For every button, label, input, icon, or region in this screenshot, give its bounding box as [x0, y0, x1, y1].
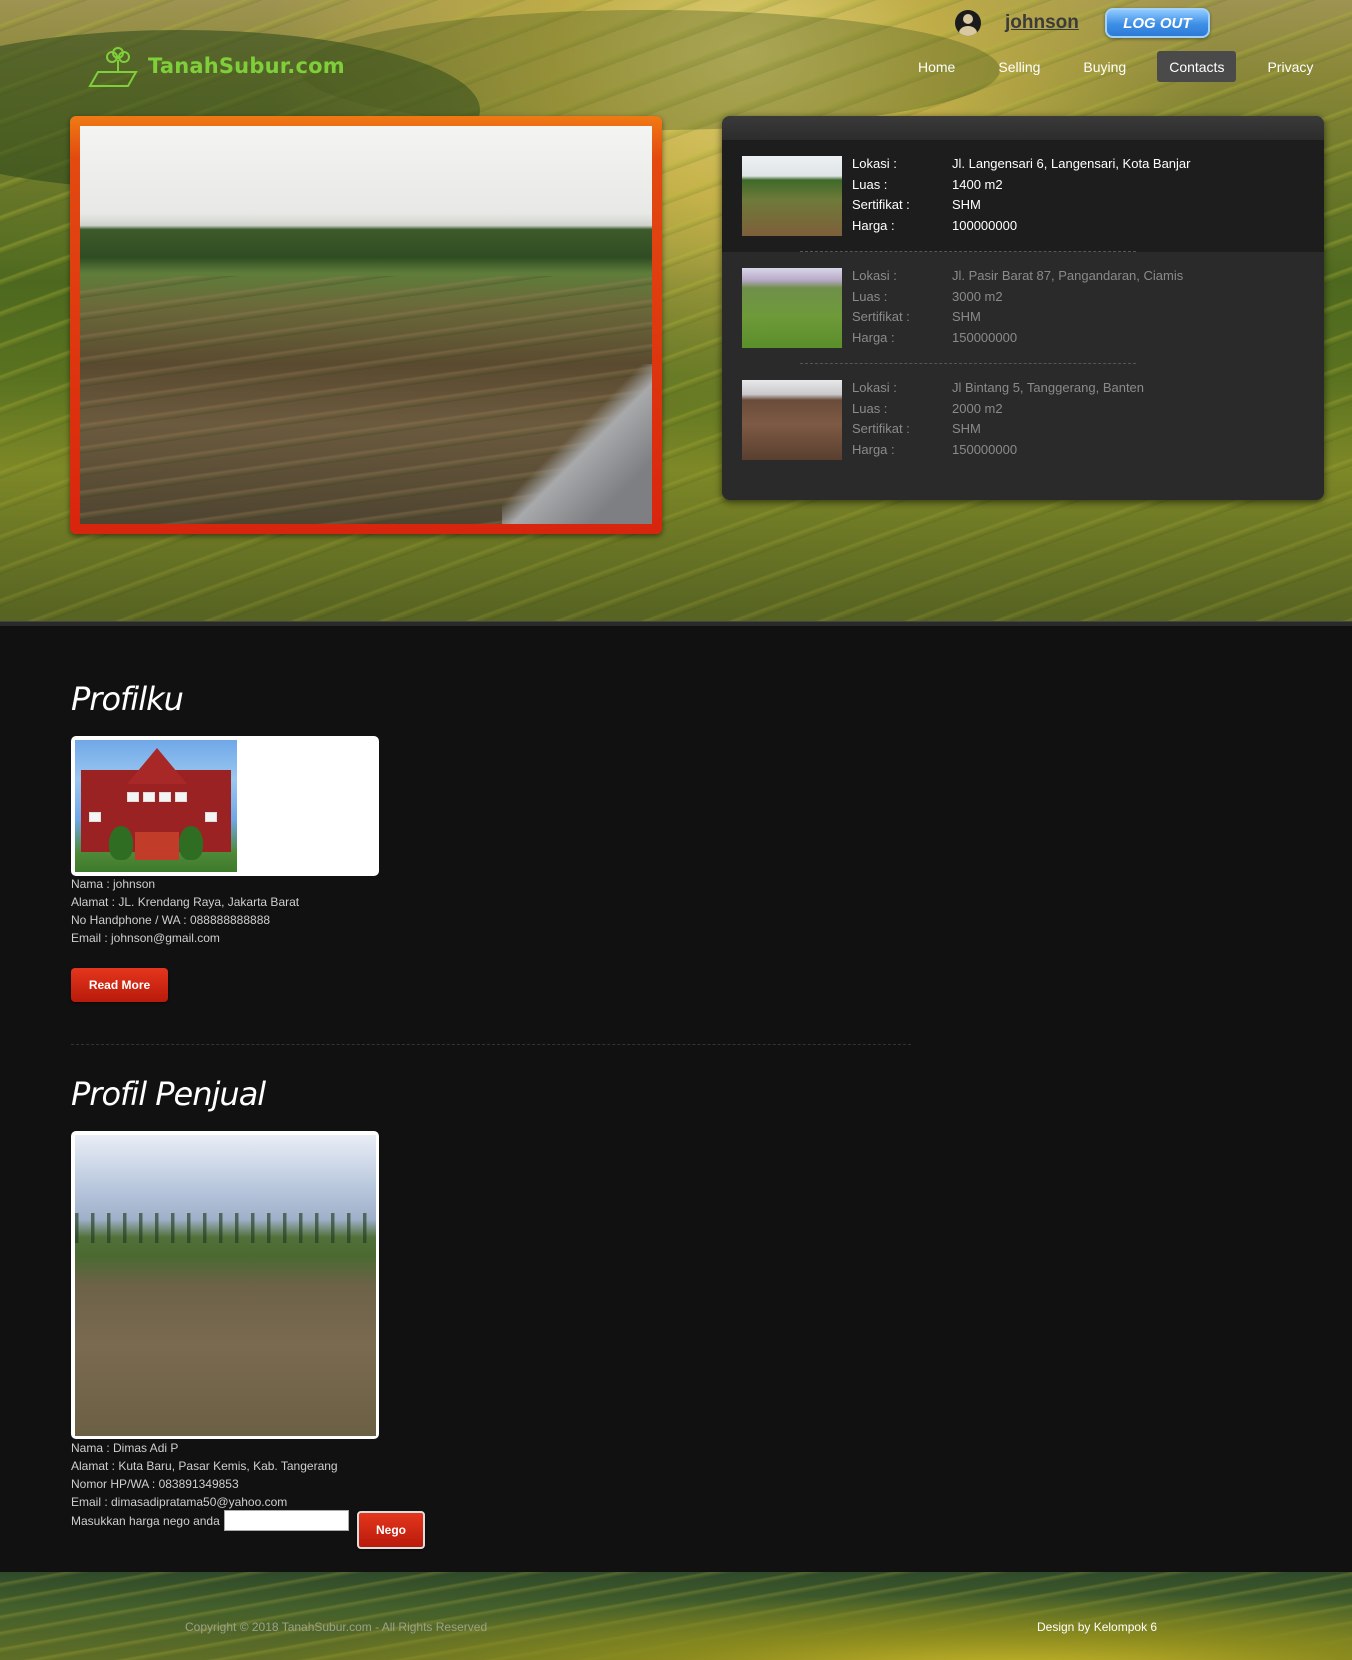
label-harga: Harga :	[852, 329, 895, 345]
listing-info: Lokasi : Jl Bintang 5, Tanggerang, Bante…	[852, 380, 1144, 460]
profilku-title: Profilku	[71, 680, 184, 718]
label-lokasi: Lokasi :	[852, 380, 897, 395]
hero-banner: TanahSubur.com johnson LOG OUT Home Sell…	[0, 0, 1352, 626]
nav-selling[interactable]: Selling	[986, 51, 1052, 82]
label-luas: Luas :	[852, 400, 888, 416]
copyright-suffix: - All Rights Reserved	[371, 1620, 488, 1634]
label-harga: Harga :	[852, 441, 895, 457]
main-nav: Home Selling Buying Contacts Privacy	[906, 51, 1344, 82]
section-divider	[71, 1044, 911, 1045]
user-avatar-icon	[955, 10, 981, 36]
label-luas: Luas :	[852, 288, 888, 304]
value-sertifikat: SHM	[952, 197, 981, 212]
hill-decoration	[300, 10, 1000, 130]
profilku-alamat: Alamat : JL. Krendang Raya, Jakarta Bara…	[71, 895, 300, 909]
profilku-nama: Nama : johnson	[71, 877, 156, 891]
nav-buying[interactable]: Buying	[1071, 51, 1138, 82]
value-sertifikat: SHM	[952, 309, 981, 324]
value-luas: 3000 m2	[952, 288, 1003, 304]
listing-thumbnail	[742, 380, 842, 460]
label-sertifikat: Sertifikat :	[852, 197, 910, 212]
penjual-phone: Nomor HP/WA : 083891349853	[71, 1477, 239, 1491]
value-luas: 1400 m2	[952, 176, 1003, 192]
listing-info: Lokasi : Jl. Pasir Barat 87, Pangandaran…	[852, 268, 1183, 348]
nego-label: Masukkan harga nego anda	[71, 1513, 220, 1528]
listing-info: Lokasi : Jl. Langensari 6, Langensari, K…	[852, 156, 1191, 236]
nav-contacts[interactable]: Contacts	[1157, 51, 1237, 82]
profilku-details: Nama : johnson Alamat : JL. Krendang Ray…	[71, 875, 299, 947]
value-luas: 2000 m2	[952, 400, 1003, 416]
value-lokasi: Jl Bintang 5, Tanggerang, Banten	[952, 380, 1145, 395]
listing-thumbnail	[742, 156, 842, 236]
value-lokasi: Jl. Langensari 6, Langensari, Kota Banja…	[952, 156, 1191, 171]
label-lokasi: Lokasi :	[852, 268, 897, 283]
value-harga: 100000000	[952, 217, 1018, 233]
listing-item[interactable]: Lokasi : Jl. Langensari 6, Langensari, K…	[722, 140, 1324, 252]
seller-land-photo	[75, 1135, 376, 1436]
site-logo[interactable]: TanahSubur.com	[88, 42, 345, 90]
featured-land-frame	[70, 116, 662, 534]
user-bar: johnson LOG OUT	[955, 8, 1210, 38]
username-link[interactable]: johnson	[1005, 12, 1079, 34]
listing-item[interactable]: Lokasi : Jl. Pasir Barat 87, Pangandaran…	[722, 252, 1324, 364]
featured-land-image[interactable]	[80, 126, 652, 524]
nego-button[interactable]: Nego	[357, 1511, 425, 1549]
value-lokasi: Jl. Pasir Barat 87, Pangandaran, Ciamis	[952, 268, 1184, 283]
label-sertifikat: Sertifikat :	[852, 309, 910, 324]
profilku-phone: No Handphone / WA : 088888888888	[71, 913, 271, 927]
stream-decoration	[502, 364, 652, 524]
value-harga: 150000000	[952, 329, 1018, 345]
read-more-button[interactable]: Read More	[71, 968, 168, 1002]
design-prefix: Design by	[1037, 1620, 1094, 1634]
panel-header	[722, 116, 1324, 140]
footer-copyright: Copyright © 2018 TanahSubur.com - All Ri…	[185, 1620, 487, 1634]
palm-trees-decoration	[75, 1213, 376, 1243]
copyright-prefix: Copyright © 2018	[185, 1620, 282, 1634]
footer: Copyright © 2018 TanahSubur.com - All Ri…	[0, 1572, 1352, 1660]
penjual-nama: Nama : Dimas Adi P	[71, 1441, 179, 1455]
profil-penjual-title: Profil Penjual	[71, 1075, 266, 1113]
seller-photo-card	[71, 1131, 379, 1439]
nego-price-input[interactable]	[223, 1510, 349, 1531]
nego-form: Masukkan harga nego anda	[71, 1510, 349, 1531]
footer-site-link[interactable]: TanahSubur.com	[282, 1620, 372, 1634]
brand-name: TanahSubur.com	[148, 54, 345, 78]
profilku-email: Email : johnson@gmail.com	[71, 931, 220, 945]
logout-button[interactable]: LOG OUT	[1104, 8, 1210, 38]
penjual-email: Email : dimasadipratama50@yahoo.com	[71, 1495, 288, 1509]
label-harga: Harga :	[852, 217, 895, 233]
listing-item[interactable]: Lokasi : Jl Bintang 5, Tanggerang, Bante…	[722, 364, 1324, 476]
label-luas: Luas :	[852, 176, 888, 192]
value-harga: 150000000	[952, 441, 1018, 457]
tree-plot-icon	[88, 47, 138, 87]
listing-panel: Lokasi : Jl. Langensari 6, Langensari, K…	[722, 116, 1324, 500]
penjual-alamat: Alamat : Kuta Baru, Pasar Kemis, Kab. Ta…	[71, 1459, 338, 1473]
penjual-details: Nama : Dimas Adi P Alamat : Kuta Baru, P…	[71, 1439, 338, 1511]
footer-design-credit: Design by Kelompok 6	[1037, 1620, 1157, 1634]
listing-thumbnail	[742, 268, 842, 348]
nav-home[interactable]: Home	[906, 51, 967, 82]
value-sertifikat: SHM	[952, 421, 981, 436]
profile-house-photo	[75, 740, 237, 872]
label-lokasi: Lokasi :	[852, 156, 897, 171]
label-sertifikat: Sertifikat :	[852, 421, 910, 436]
profile-photo-card	[71, 736, 379, 876]
nav-privacy[interactable]: Privacy	[1255, 51, 1325, 82]
footer-design-link[interactable]: Kelompok 6	[1094, 1620, 1157, 1634]
